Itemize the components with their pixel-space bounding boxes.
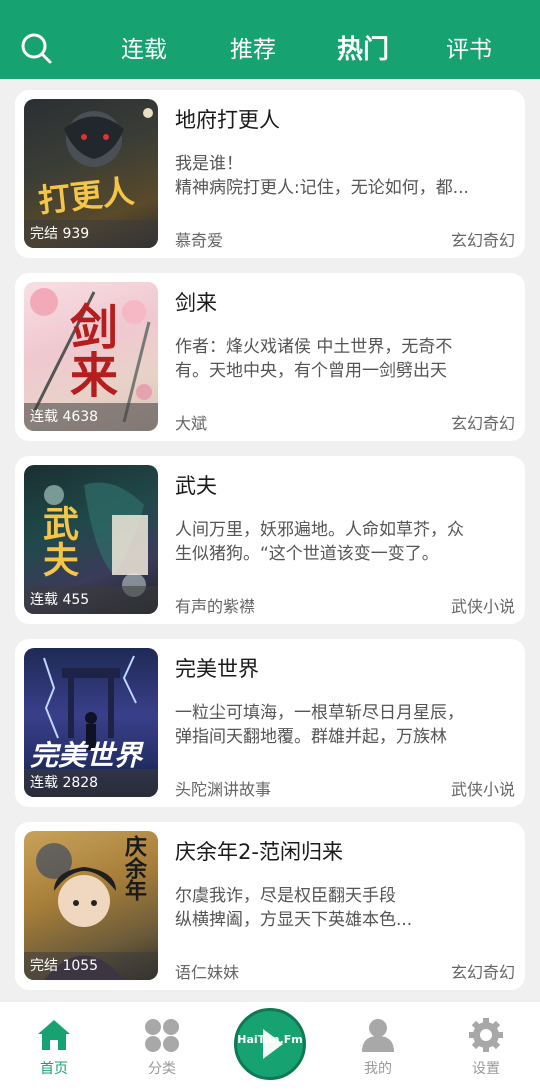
- description-line: 作者：烽火戏诸侯 中土世界，无奇不: [175, 337, 453, 357]
- book-title: 地府打更人: [175, 108, 280, 132]
- user-icon: [362, 1019, 394, 1052]
- status-badge: 连载 455: [24, 586, 158, 614]
- description-line: 弹指间天翻地覆。群雄并起，万族林: [175, 727, 447, 747]
- nav-settings[interactable]: 设置: [456, 1018, 516, 1088]
- player-brand-text: HaiTun.Fm: [237, 1033, 303, 1046]
- book-cover: 完美世界 连载 2828: [24, 648, 158, 797]
- book-description: 我是谁！ 精神病院打更人:记住，无论如何，都...: [175, 152, 510, 200]
- cover-title: 完美世界: [30, 739, 143, 772]
- tab-hot[interactable]: 热门: [337, 30, 389, 70]
- status-badge: 连载 4638: [24, 403, 158, 431]
- book-cover: 打更人 完结 939: [24, 99, 158, 248]
- nav-label: 首页: [40, 1061, 68, 1077]
- book-title: 完美世界: [175, 657, 259, 681]
- book-author: 慕奇爱: [175, 231, 224, 250]
- book-card[interactable]: 庆余年 完结 1055 庆余年2-范闲归来 尔虞我诈，尽是权臣翻天手段 纵横捭阖…: [15, 822, 525, 990]
- status-badge: 完结 939: [24, 220, 158, 248]
- book-genre: 玄幻奇幻: [450, 963, 515, 982]
- description-line: 人间万里，妖邪遍地。人命如草芥，众: [175, 520, 464, 540]
- status-badge: 完结 1055: [24, 952, 158, 980]
- book-author: 头陀渊讲故事: [175, 780, 272, 799]
- search-icon[interactable]: [20, 32, 52, 64]
- book-description: 作者：烽火戏诸侯 中土世界，无奇不 有。天地中央，有个曾用一剑劈出天: [175, 335, 510, 383]
- nav-label: 分类: [148, 1061, 176, 1077]
- nav-profile[interactable]: 我的: [348, 1018, 408, 1088]
- grid-icon: [145, 1019, 179, 1052]
- nav-category[interactable]: 分类: [132, 1018, 192, 1088]
- description-line: 生似猪狗。“这个世道该变一变了。: [175, 544, 439, 564]
- book-cover: 武夫 连载 455: [24, 465, 158, 614]
- nav-home[interactable]: 首页: [24, 1018, 84, 1088]
- cover-title: 武夫: [37, 505, 79, 577]
- book-card[interactable]: 完美世界 连载 2828 完美世界 一粒尘可填海，一根草斩尽日月星辰， 弹指间天…: [15, 639, 525, 807]
- book-genre: 武侠小说: [450, 780, 515, 799]
- book-description: 一粒尘可填海，一根草斩尽日月星辰， 弹指间天翻地覆。群雄并起，万族林: [175, 701, 510, 749]
- gear-icon: [469, 1018, 503, 1052]
- description-line: 纵横捭阖，方显天下英雄本色...: [175, 910, 413, 930]
- book-description: 尔虞我诈，尽是权臣翻天手段 纵横捭阖，方显天下英雄本色...: [175, 884, 510, 932]
- book-author: 语仁妹妹: [175, 963, 240, 982]
- book-card[interactable]: 剑来 连载 4638 剑来 作者：烽火戏诸侯 中土世界，无奇不 有。天地中央，有…: [15, 273, 525, 441]
- tab-serial[interactable]: 连载: [121, 30, 167, 70]
- status-badge: 连载 2828: [24, 769, 158, 797]
- book-genre: 武侠小说: [450, 597, 515, 616]
- book-cover: 庆余年 完结 1055: [24, 831, 158, 980]
- book-card[interactable]: 打更人 完结 939 地府打更人 我是谁！ 精神病院打更人:记住，无论如何，都.…: [15, 90, 525, 258]
- nav-label: 我的: [364, 1061, 392, 1077]
- home-icon: [38, 1020, 70, 1050]
- book-card[interactable]: 武夫 连载 455 武夫 人间万里，妖邪遍地。人命如草芥，众 生似猪狗。“这个世…: [15, 456, 525, 624]
- book-description: 人间万里，妖邪遍地。人命如草芥，众 生似猪狗。“这个世道该变一变了。: [175, 518, 510, 566]
- description-line: 我是谁！: [175, 154, 243, 174]
- top-bar: 连载 推荐 热门 评书: [0, 0, 540, 79]
- tab-pingshu[interactable]: 评书: [446, 30, 492, 70]
- player-button[interactable]: HaiTun.Fm: [234, 1008, 306, 1080]
- book-author: 有声的紫襟: [175, 597, 256, 616]
- book-title: 剑来: [175, 291, 217, 315]
- book-title: 庆余年2-范闲归来: [175, 840, 343, 864]
- book-title: 武夫: [175, 474, 217, 498]
- nav-label: 设置: [472, 1061, 500, 1077]
- description-line: 一粒尘可填海，一根草斩尽日月星辰，: [175, 703, 464, 723]
- description-line: 精神病院打更人:记住，无论如何，都...: [175, 178, 469, 198]
- cover-title: 庆余年: [121, 835, 147, 901]
- description-line: 尔虞我诈，尽是权臣翻天手段: [175, 886, 396, 906]
- tab-recommend[interactable]: 推荐: [230, 30, 276, 70]
- book-genre: 玄幻奇幻: [450, 231, 515, 250]
- book-author: 大斌: [175, 414, 208, 433]
- cover-title: 剑来: [61, 302, 117, 398]
- book-genre: 玄幻奇幻: [450, 414, 515, 433]
- book-cover: 剑来 连载 4638: [24, 282, 158, 431]
- description-line: 有。天地中央，有个曾用一剑劈出天: [175, 361, 447, 381]
